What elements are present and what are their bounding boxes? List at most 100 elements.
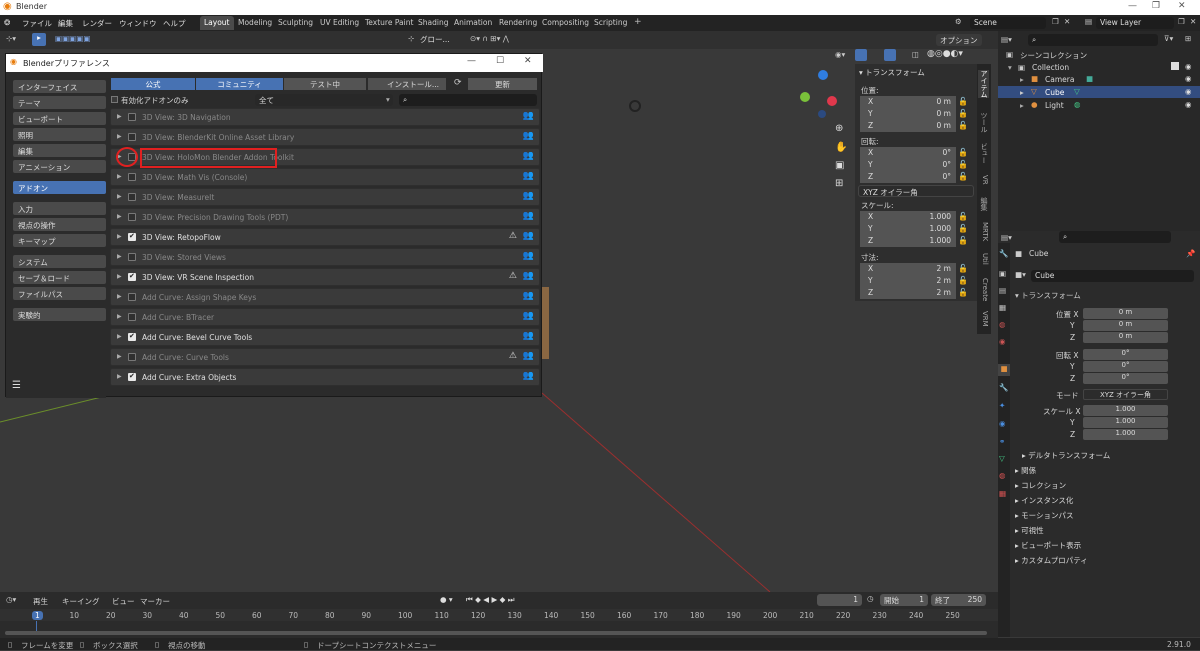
transform-panel-header[interactable]: ▾ トランスフォーム: [859, 67, 925, 78]
rotation-z-field[interactable]: Z 0°: [860, 171, 956, 183]
dimensions-z-field[interactable]: Z 2 m: [860, 287, 956, 299]
filter-icon[interactable]: ⊽▾: [1164, 34, 1173, 43]
preview-range-icon[interactable]: ◷: [867, 594, 874, 603]
object-tab-icon[interactable]: ■: [998, 364, 1010, 376]
expand-icon[interactable]: ▶: [117, 233, 122, 240]
physics-tab-icon[interactable]: ◉: [999, 419, 1006, 428]
lock-icon[interactable]: 🔓: [958, 264, 968, 273]
location-x-field[interactable]: X 0 m: [860, 96, 956, 108]
ntab-vrm[interactable]: VRM: [978, 311, 989, 327]
loc-z-field[interactable]: 0 m: [1083, 332, 1168, 343]
scale-z-field[interactable]: Z 1.000: [860, 235, 956, 247]
light-eye-icon[interactable]: ◉: [1185, 100, 1192, 109]
properties-section[interactable]: ▸ インスタンス化: [1015, 495, 1073, 506]
add-workspace-icon[interactable]: +: [634, 17, 642, 27]
addon-row[interactable]: ▶ Add Curve: BTracer 👥: [110, 308, 540, 326]
addon-row[interactable]: ▶ 3D View: Precision Drawing Tools (PDT) 👥: [110, 208, 540, 226]
properties-section[interactable]: ▸ カスタムプロパティ: [1015, 555, 1088, 566]
timeline-editor-icon[interactable]: ◷▾: [6, 595, 16, 604]
render-tab-icon[interactable]: ▣: [999, 269, 1006, 278]
addon-row[interactable]: ▶ 3D View: MeasureIt 👥: [110, 188, 540, 206]
scale-y-field[interactable]: Y 1.000: [860, 223, 956, 235]
lock-icon[interactable]: 🔓: [958, 97, 968, 106]
lock-icon[interactable]: 🔓: [958, 288, 968, 297]
delta-transform-section[interactable]: ▸ デルタトランスフォーム: [1022, 450, 1110, 461]
start-frame-field[interactable]: 開始 1: [880, 594, 928, 606]
addon-row[interactable]: ▶ 3D View: Math Vis (Console) 👥: [110, 168, 540, 186]
addon-row[interactable]: ▶ Add Curve: Assign Shape Keys 👥: [110, 288, 540, 306]
scene-copy-icon[interactable]: ❐: [1052, 17, 1059, 26]
playback-controls-icon[interactable]: ⏮ ◆ ◀ ▶ ◆ ⏭: [466, 595, 515, 605]
addon-row[interactable]: ▶ 3D View: VR Scene Inspection ⚠ 👥: [110, 268, 540, 286]
ntab-edit[interactable]: 編集: [978, 197, 989, 211]
outliner-editor-icon[interactable]: ▤▾: [1001, 35, 1012, 44]
view-layer-selector[interactable]: View Layer: [1096, 17, 1174, 29]
light-label[interactable]: Light: [1045, 101, 1064, 110]
modifier-tab-icon[interactable]: 🔧: [999, 383, 1008, 392]
addon-enable-checkbox[interactable]: [128, 253, 136, 261]
world-tab-icon[interactable]: ◉: [999, 337, 1006, 346]
rot-x-field[interactable]: 0°: [1083, 349, 1168, 360]
constraints-tab-icon[interactable]: ⚭: [999, 437, 1005, 446]
timeline-scrollbar[interactable]: [5, 631, 987, 635]
cube-eye-icon[interactable]: ◉: [1185, 87, 1192, 96]
camera-eye-icon[interactable]: ◉: [1185, 74, 1192, 83]
navigation-gizmo[interactable]: [800, 70, 850, 120]
view-layer-copy-icon[interactable]: ❐: [1178, 17, 1185, 26]
expand-icon[interactable]: ▶: [117, 133, 122, 140]
tab-compositing[interactable]: Compositing: [538, 16, 593, 30]
object-name-field[interactable]: Cube: [1031, 270, 1194, 282]
location-y-field[interactable]: Y 0 m: [860, 108, 956, 120]
addon-enable-checkbox[interactable]: [128, 272, 136, 281]
tab-scripting[interactable]: Scripting: [590, 16, 631, 30]
properties-editor-icon[interactable]: ▤▾: [1001, 233, 1012, 242]
camera-expand-icon[interactable]: ▸: [1020, 75, 1024, 84]
addon-enable-checkbox[interactable]: [128, 193, 136, 201]
rotation-y-field[interactable]: Y 0°: [860, 159, 956, 171]
rotation-x-field[interactable]: X 0°: [860, 147, 956, 159]
properties-section[interactable]: ▸ 可視性: [1015, 525, 1044, 536]
scale-x-field[interactable]: X 1.000: [860, 211, 956, 223]
view-layer-tab-icon[interactable]: ▦: [999, 303, 1006, 312]
scene-icon[interactable]: ⚙: [955, 17, 962, 26]
transform-section[interactable]: ▾ トランスフォーム: [1015, 290, 1081, 301]
lock-icon[interactable]: 🔓: [958, 172, 968, 181]
addon-enable-checkbox[interactable]: [128, 133, 136, 141]
properties-section[interactable]: ▸ ビューポート表示: [1015, 540, 1081, 551]
lock-icon[interactable]: 🔓: [958, 224, 968, 233]
menu-view[interactable]: ビュー: [112, 596, 135, 607]
addon-enable-checkbox[interactable]: [128, 293, 136, 301]
addon-enable-checkbox[interactable]: [128, 372, 136, 381]
outliner-search-input[interactable]: ⌕: [1028, 34, 1158, 46]
lock-icon[interactable]: 🔓: [958, 236, 968, 245]
new-collection-icon[interactable]: ⊞: [1185, 34, 1191, 43]
record-icon[interactable]: ● ▾: [440, 595, 453, 604]
addon-row[interactable]: ▶ Add Curve: Extra Objects 👥: [110, 368, 540, 386]
pin-icon[interactable]: 📌: [1186, 249, 1195, 258]
ntab-mrtk[interactable]: MRTK: [978, 222, 989, 241]
expand-icon[interactable]: ▶: [117, 213, 122, 220]
dimensions-y-field[interactable]: Y 2 m: [860, 275, 956, 287]
data-tab-icon[interactable]: ▽: [999, 454, 1005, 463]
maximize-icon[interactable]: ❐: [1152, 1, 1160, 11]
scene-selector[interactable]: Scene: [970, 17, 1046, 29]
addon-enable-checkbox[interactable]: [128, 173, 136, 181]
properties-section[interactable]: ▸ コレクション: [1015, 480, 1066, 491]
expand-icon[interactable]: ▶: [117, 173, 122, 180]
ntab-vr[interactable]: VR: [978, 175, 989, 185]
light-expand-icon[interactable]: ▸: [1020, 101, 1024, 110]
collection-checkbox[interactable]: [1171, 62, 1179, 70]
close-icon[interactable]: ✕: [1178, 1, 1186, 11]
cube-row[interactable]: [998, 86, 1200, 98]
cube-label[interactable]: Cube: [1045, 88, 1064, 97]
minimize-icon[interactable]: —: [1128, 1, 1137, 11]
perspective-grid-icon[interactable]: ⊞: [835, 178, 843, 189]
particles-tab-icon[interactable]: ✦: [999, 401, 1005, 410]
texture-tab-icon[interactable]: ▦: [999, 489, 1006, 498]
addon-row[interactable]: ▶ Add Curve: Bevel Curve Tools 👥: [110, 328, 540, 346]
location-z-field[interactable]: Z 0 m: [860, 120, 956, 132]
addon-enable-checkbox[interactable]: [128, 332, 136, 341]
pan-hand-icon[interactable]: ✋: [835, 142, 847, 153]
addon-row[interactable]: ▶ Add Curve: Curve Tools ⚠ 👥: [110, 348, 540, 366]
playhead-frame[interactable]: 1: [32, 611, 43, 620]
